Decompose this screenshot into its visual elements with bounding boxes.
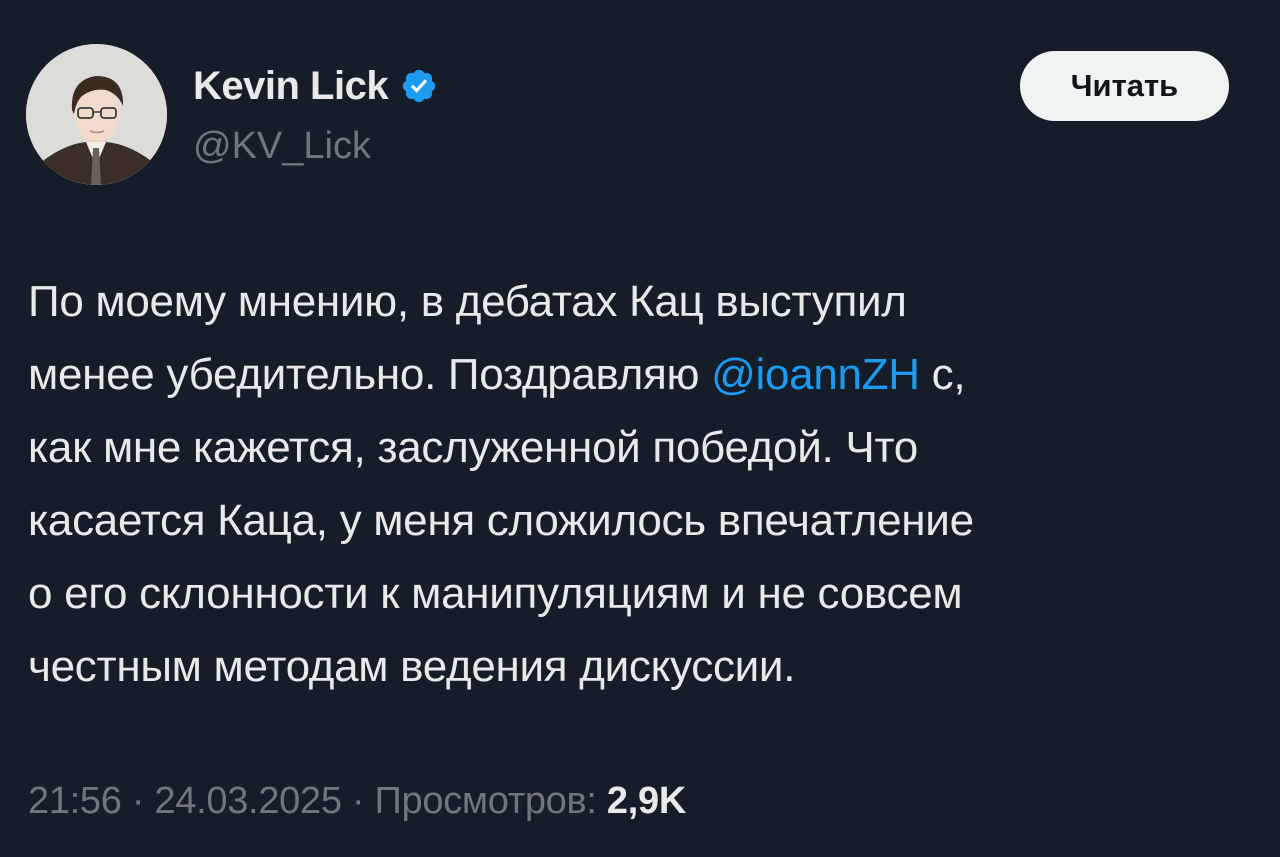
tweet-text-line: честным методам ведения дискуссии. [28, 642, 796, 691]
verified-badge-icon[interactable] [400, 67, 438, 105]
author-name-row: Kevin Lick [193, 60, 438, 112]
views-count: 2,9K [606, 780, 686, 822]
tweet-text-line: касается Каца, у меня сложилось впечатле… [28, 496, 974, 545]
tweet-text-line: о его склонности к манипуляциям и не сов… [28, 569, 963, 618]
tweet-text-line: По моему мнению, в дебатах Кац выступил [28, 277, 907, 326]
avatar[interactable] [26, 44, 167, 185]
author-handle[interactable]: @KV_Lick [193, 124, 371, 168]
tweet-card: Kevin Lick @KV_Lick Читать По моему мнен… [0, 0, 1280, 857]
views-label: Просмотров: [374, 780, 607, 822]
tweet-time[interactable]: 21:56 [28, 780, 122, 822]
meta-separator: · [341, 780, 375, 822]
follow-button[interactable]: Читать [1020, 51, 1229, 121]
tweet-date[interactable]: 24.03.2025 [154, 780, 341, 822]
tweet-text-segment: с, [919, 350, 966, 399]
tweet-meta: 21:56 · 24.03.2025 · Просмотров: 2,9K [28, 775, 686, 827]
tweet-text-line: менее убедительно. Поздравляю @ioannZH с… [28, 338, 1252, 411]
tweet-text-segment: менее убедительно. Поздравляю [28, 350, 712, 399]
meta-separator: · [121, 780, 155, 822]
tweet-text: По моему мнению, в дебатах Кац выступил … [28, 265, 1252, 703]
avatar-photo [26, 44, 167, 185]
tweet-text-line: как мне кажется, заслуженной победой. Чт… [28, 423, 918, 472]
mention-link[interactable]: @ioannZH [711, 350, 920, 399]
author-display-name[interactable]: Kevin Lick [193, 64, 389, 109]
